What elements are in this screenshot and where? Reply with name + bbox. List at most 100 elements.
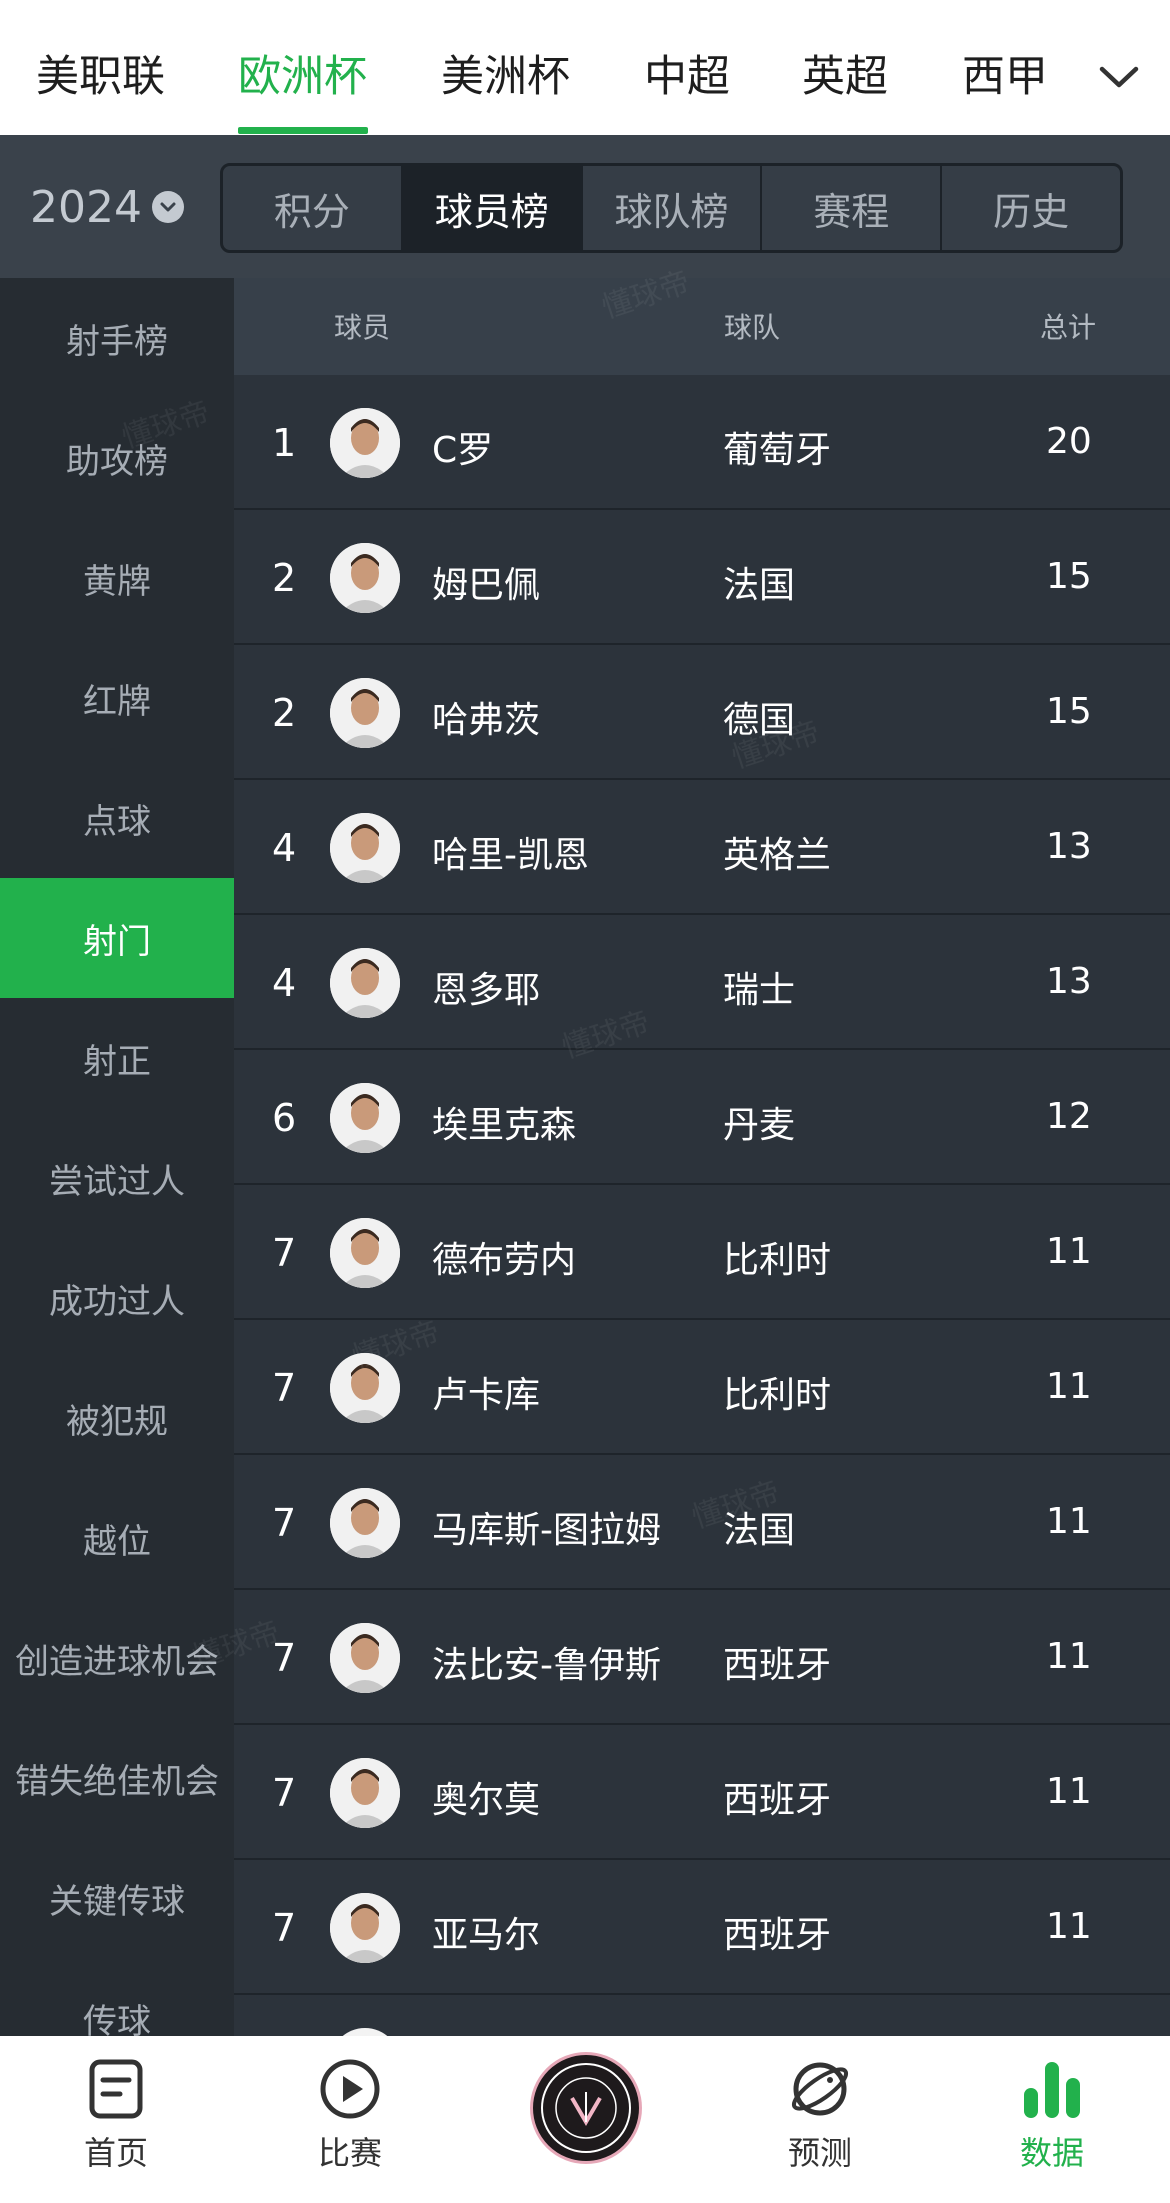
sidebar-item-shots-on-target[interactable]: 射正 xyxy=(0,998,234,1118)
sidebar-item-shots[interactable]: 射门 xyxy=(0,878,234,998)
player-team: 西班牙 xyxy=(723,1645,832,1686)
segment-standings[interactable]: 积分 xyxy=(223,166,403,250)
year-value: 2024 xyxy=(30,181,142,233)
sidebar-item-yellow-cards[interactable]: 黄牌 xyxy=(0,518,234,638)
player-rank: 4 xyxy=(272,826,297,870)
player-name[interactable]: 姆巴佩 xyxy=(432,556,540,608)
player-team: 西班牙 xyxy=(723,1915,832,1956)
table-row[interactable]: 7 德布劳内 比利时 11 xyxy=(234,1185,1170,1320)
player-avatar[interactable] xyxy=(330,543,400,613)
player-name[interactable]: 法比安-鲁伊斯 xyxy=(432,1636,661,1688)
player-name[interactable]: 德布劳内 xyxy=(432,1231,576,1283)
player-avatar[interactable] xyxy=(330,1488,400,1558)
tab-laliga[interactable]: 西甲 xyxy=(962,52,1048,102)
player-name[interactable]: C罗 xyxy=(432,421,493,473)
table-row[interactable]: 7 亚马尔 西班牙 11 xyxy=(234,1860,1170,1995)
player-total: 11 xyxy=(1046,1501,1092,1542)
player-avatar[interactable] xyxy=(330,1353,400,1423)
table-row[interactable]: 2 哈弗茨 德国 15 xyxy=(234,645,1170,780)
player-rank: 7 xyxy=(272,1501,297,1545)
player-total: 11 xyxy=(1046,1366,1092,1407)
segment-history[interactable]: 历史 xyxy=(942,166,1120,250)
player-name[interactable]: 奥尔莫 xyxy=(432,1771,540,1823)
nav-data-label: 数据 xyxy=(1019,2134,1084,2172)
table-row[interactable]: 7 卢卡库 比利时 11 xyxy=(234,1320,1170,1455)
segment-player-rankings[interactable]: 球员榜 xyxy=(402,166,583,250)
player-rank: 2 xyxy=(272,691,297,735)
player-avatar[interactable] xyxy=(330,1758,400,1828)
table-row[interactable]: 7 法比安-鲁伊斯 西班牙 11 xyxy=(234,1590,1170,1725)
sidebar-item-big-chances-missed[interactable]: 错失绝佳机会 xyxy=(0,1718,234,1838)
nav-home[interactable]: 首页 xyxy=(56,2058,176,2174)
nav-home-label: 首页 xyxy=(83,2134,148,2172)
sidebar-item-passes[interactable]: 传球 xyxy=(0,1958,234,2037)
player-rank: 7 xyxy=(272,1636,297,1680)
sidebar-item-dribbles-attempted[interactable]: 尝试过人 xyxy=(0,1118,234,1238)
player-avatar[interactable] xyxy=(330,948,400,1018)
table-row[interactable]: 4 恩多耶 瑞士 13 xyxy=(234,915,1170,1050)
header-player: 球员 xyxy=(334,311,391,344)
table-row[interactable]: 2 姆巴佩 法国 15 xyxy=(234,510,1170,645)
player-avatar[interactable] xyxy=(330,2028,400,2036)
club-logo-icon[interactable] xyxy=(530,2052,642,2164)
player-name[interactable]: 亚马尔 xyxy=(432,1906,540,1958)
sidebar-item-penalties[interactable]: 点球 xyxy=(0,758,234,878)
player-total: 11 xyxy=(1046,1231,1092,1272)
player-rank: 4 xyxy=(272,961,297,1005)
segment-schedule[interactable]: 赛程 xyxy=(762,166,943,250)
nav-predict[interactable]: 预测 xyxy=(760,2058,880,2174)
table-row[interactable]: 6 埃里克森 丹麦 12 xyxy=(234,1050,1170,1185)
tab-csl[interactable]: 中超 xyxy=(644,52,730,102)
player-team: 法国 xyxy=(723,1510,796,1551)
player-name[interactable]: 埃里克森 xyxy=(432,1096,576,1148)
header-total: 总计 xyxy=(1040,311,1097,344)
tab-euro[interactable]: 欧洲杯 xyxy=(238,52,367,102)
segment-team-rankings[interactable]: 球队榜 xyxy=(583,166,763,250)
planet-icon xyxy=(791,2062,849,2116)
player-team: 丹麦 xyxy=(723,1105,796,1146)
table-row[interactable]: 7 马库斯-图拉姆 法国 11 xyxy=(234,1455,1170,1590)
table-row[interactable]: 1 C罗 葡萄牙 20 xyxy=(234,375,1170,510)
player-avatar[interactable] xyxy=(330,408,400,478)
sidebar-item-dribbles-successful[interactable]: 成功过人 xyxy=(0,1238,234,1358)
player-avatar[interactable] xyxy=(330,813,400,883)
tab-mls[interactable]: 美职联 xyxy=(36,52,165,102)
sidebar-item-fouled[interactable]: 被犯规 xyxy=(0,1358,234,1478)
player-avatar[interactable] xyxy=(330,1218,400,1288)
player-rank: 7 xyxy=(272,1231,297,1275)
player-total: 13 xyxy=(1046,961,1092,1002)
player-avatar[interactable] xyxy=(330,678,400,748)
player-name[interactable]: 哈里-凯恩 xyxy=(432,826,589,878)
player-total: 15 xyxy=(1046,556,1092,597)
tab-epl[interactable]: 英超 xyxy=(802,52,888,102)
player-total: 11 xyxy=(1046,1771,1092,1812)
player-avatar[interactable] xyxy=(330,1893,400,1963)
sidebar-item-red-cards[interactable]: 红牌 xyxy=(0,638,234,758)
header-team: 球队 xyxy=(724,311,781,344)
player-name[interactable]: 恩多耶 xyxy=(432,961,540,1013)
table-row[interactable]: 4 哈里-凯恩 英格兰 13 xyxy=(234,780,1170,915)
player-name[interactable]: 哈弗茨 xyxy=(432,691,540,743)
table-header: 球员 球队 总计 xyxy=(234,278,1170,375)
nav-predict-label: 预测 xyxy=(787,2134,852,2172)
chevron-down-icon[interactable] xyxy=(1098,62,1140,92)
table-row[interactable]: 7 奥尔莫 西班牙 11 xyxy=(234,1725,1170,1860)
year-select[interactable]: 2024 xyxy=(30,177,184,237)
sidebar-item-key-passes[interactable]: 关键传球 xyxy=(0,1838,234,1958)
player-total: 11 xyxy=(1046,1636,1092,1677)
player-name[interactable]: 卢卡库 xyxy=(432,1366,540,1418)
stat-category-sidebar: 射手榜 助攻榜 黄牌 红牌 点球 射门 射正 尝试过人 成功过人 被犯规 越位 … xyxy=(0,278,234,2036)
tab-copa-america[interactable]: 美洲杯 xyxy=(441,52,570,102)
nav-data[interactable]: 数据 xyxy=(992,2058,1112,2174)
sidebar-item-assists[interactable]: 助攻榜 xyxy=(0,398,234,518)
sidebar-item-offsides[interactable]: 越位 xyxy=(0,1478,234,1598)
sidebar-item-top-scorers[interactable]: 射手榜 xyxy=(0,278,234,398)
player-avatar[interactable] xyxy=(330,1083,400,1153)
player-name[interactable]: 马库斯-图拉姆 xyxy=(432,1501,661,1553)
nav-matches[interactable]: 比赛 xyxy=(290,2058,410,2174)
sidebar-item-chances-created[interactable]: 创造进球机会 xyxy=(0,1598,234,1718)
player-avatar[interactable] xyxy=(330,1623,400,1693)
caret-down-icon xyxy=(151,191,184,223)
player-total: 13 xyxy=(1046,826,1092,867)
table-row[interactable] xyxy=(234,1995,1170,2036)
